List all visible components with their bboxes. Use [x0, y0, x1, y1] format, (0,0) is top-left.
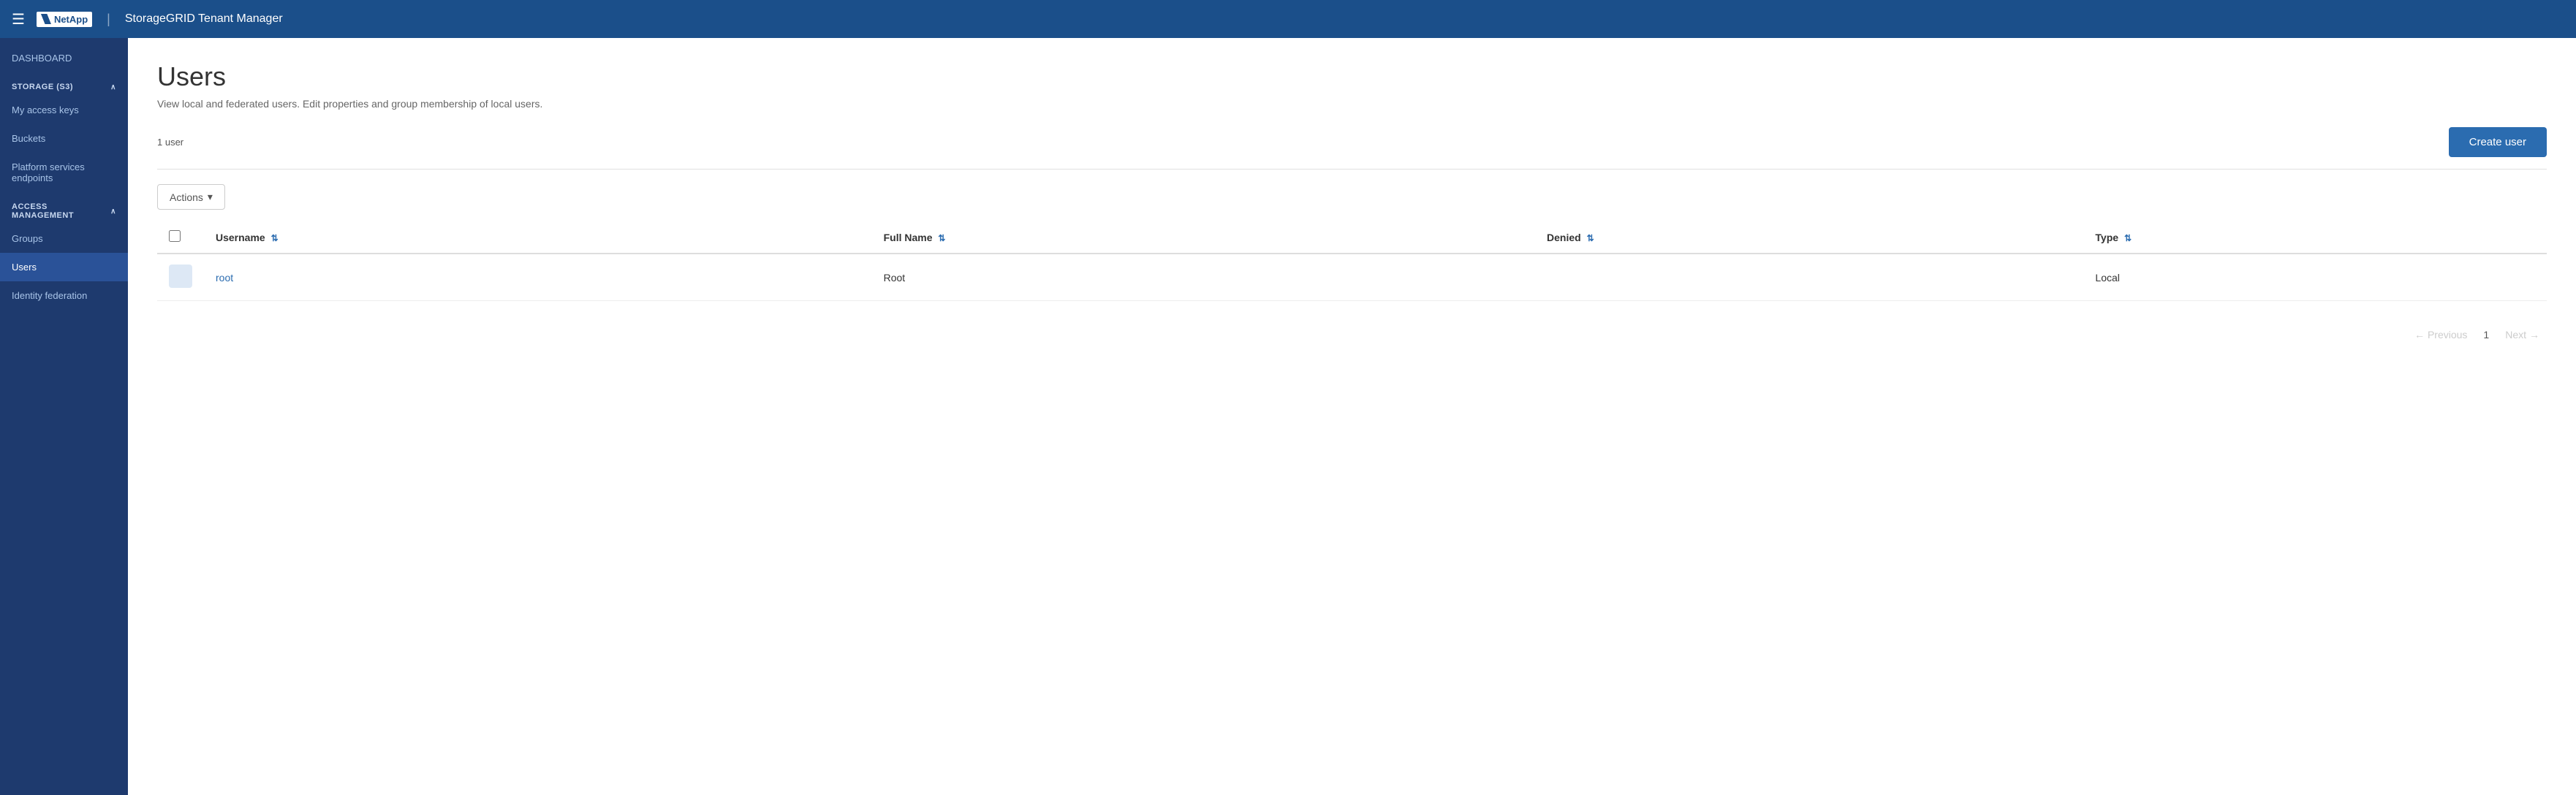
sidebar: DASHBOARD STORAGE (S3) ∧ My access keys …: [0, 38, 128, 795]
denied-sort-icon[interactable]: ⇅: [1587, 233, 1594, 243]
sidebar-item-dashboard[interactable]: DASHBOARD: [0, 44, 128, 72]
page-title: Users: [157, 61, 2547, 92]
current-page: 1: [2480, 329, 2492, 341]
next-label: Next: [2505, 329, 2526, 341]
col-fullname-label: Full Name: [884, 232, 933, 243]
table-row: root Root Local: [157, 254, 2547, 301]
username-link[interactable]: root: [216, 272, 233, 284]
storage-section-label: STORAGE (S3): [12, 83, 73, 91]
select-all-checkbox[interactable]: [169, 230, 181, 242]
col-username-label: Username: [216, 232, 265, 243]
top-navigation: ☰ NetApp | StorageGRID Tenant Manager: [0, 0, 2576, 38]
username-sort-icon[interactable]: ⇅: [271, 233, 279, 243]
page-subtitle: View local and federated users. Edit pro…: [157, 98, 2547, 110]
row-username-col: root: [204, 254, 872, 301]
actions-row: Actions ▾: [157, 184, 2547, 210]
sidebar-item-users[interactable]: Users: [0, 253, 128, 281]
fullname-sort-icon[interactable]: ⇅: [938, 233, 945, 243]
previous-label: Previous: [2428, 329, 2467, 341]
row-type: Local: [2095, 272, 2119, 284]
toolbar-row: 1 user Create user: [157, 127, 2547, 170]
brand-name: NetApp: [54, 14, 88, 25]
row-user-icon: [169, 265, 192, 288]
previous-button[interactable]: ← Previous: [2407, 324, 2474, 345]
sidebar-section-storage: STORAGE (S3) ∧: [0, 72, 128, 96]
next-button[interactable]: Next →: [2498, 324, 2547, 345]
main-content: Users View local and federated users. Ed…: [128, 38, 2576, 795]
access-section-label: ACCESS MANAGEMENT: [12, 202, 110, 220]
col-denied: Denied ⇅: [1535, 221, 2083, 254]
access-chevron: ∧: [110, 208, 116, 216]
identity-federation-label: Identity federation: [12, 290, 87, 301]
next-arrow-icon: →: [2529, 329, 2539, 341]
col-type-label: Type: [2095, 232, 2118, 243]
groups-label: Groups: [12, 233, 43, 244]
actions-label: Actions: [170, 191, 203, 203]
row-fullname: Root: [884, 272, 906, 284]
actions-chevron-icon: ▾: [208, 191, 213, 203]
main-layout: DASHBOARD STORAGE (S3) ∧ My access keys …: [0, 38, 2576, 795]
type-sort-icon[interactable]: ⇅: [2124, 233, 2132, 243]
col-fullname: Full Name ⇅: [872, 221, 1535, 254]
platform-services-endpoints-label: Platform services endpoints: [12, 161, 116, 183]
row-type-col: Local: [2083, 254, 2547, 301]
sidebar-item-groups[interactable]: Groups: [0, 224, 128, 253]
dashboard-label: DASHBOARD: [12, 53, 72, 64]
app-title: StorageGRID Tenant Manager: [125, 12, 283, 26]
prev-arrow-icon: ←: [2414, 329, 2425, 341]
storage-chevron: ∧: [110, 83, 116, 91]
col-username: Username ⇅: [204, 221, 872, 254]
col-denied-label: Denied: [1547, 232, 1581, 243]
buckets-label: Buckets: [12, 133, 45, 144]
hamburger-menu[interactable]: ☰: [12, 10, 25, 28]
brand: NetApp | StorageGRID Tenant Manager: [37, 12, 283, 27]
netapp-logo: NetApp: [37, 12, 92, 27]
row-denied-col: [1535, 254, 2083, 301]
netapp-logo-icon: [41, 14, 51, 24]
create-user-button[interactable]: Create user: [2449, 127, 2547, 157]
users-table: Username ⇅ Full Name ⇅ Denied ⇅ Type ⇅: [157, 221, 2547, 301]
nav-divider: |: [107, 12, 110, 27]
sidebar-section-access-management: ACCESS MANAGEMENT ∧: [0, 192, 128, 224]
my-access-keys-label: My access keys: [12, 104, 79, 115]
pagination: ← Previous 1 Next →: [157, 324, 2547, 345]
row-fullname-col: Root: [872, 254, 1535, 301]
user-count: 1 user: [157, 137, 183, 148]
sidebar-item-my-access-keys[interactable]: My access keys: [0, 96, 128, 124]
sidebar-item-buckets[interactable]: Buckets: [0, 124, 128, 153]
select-all-col: [157, 221, 204, 254]
sidebar-item-platform-services-endpoints[interactable]: Platform services endpoints: [0, 153, 128, 192]
col-type: Type ⇅: [2083, 221, 2547, 254]
sidebar-item-identity-federation[interactable]: Identity federation: [0, 281, 128, 310]
row-checkbox-col: [157, 254, 204, 301]
table-header: Username ⇅ Full Name ⇅ Denied ⇅ Type ⇅: [157, 221, 2547, 254]
actions-button[interactable]: Actions ▾: [157, 184, 225, 210]
table-body: root Root Local: [157, 254, 2547, 301]
users-label: Users: [12, 262, 37, 273]
